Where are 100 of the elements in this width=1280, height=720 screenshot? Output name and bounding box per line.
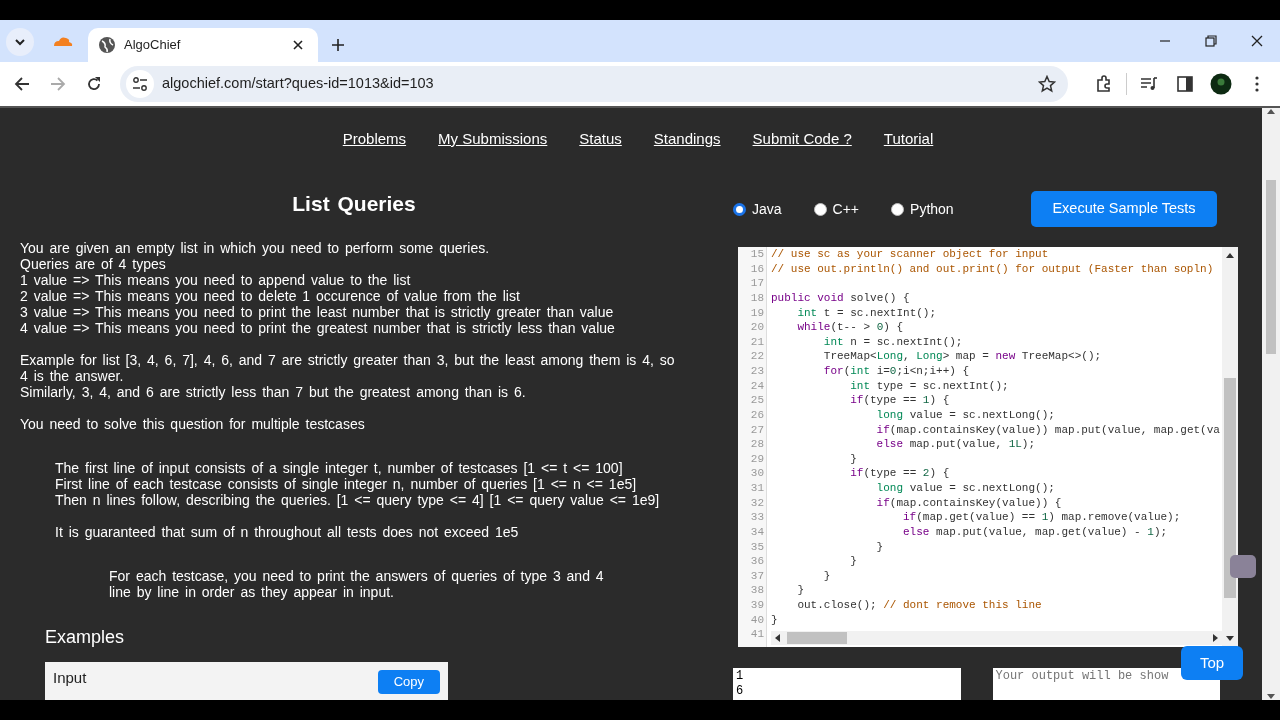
language-option[interactable]: Java — [733, 198, 782, 220]
right-arrow-icon[interactable] — [1213, 634, 1218, 642]
code-line: TreeMap<Long, Long> map = new TreeMap<>(); — [822, 349, 1102, 364]
code-line: int n = sc.nextInt(); — [822, 334, 963, 350]
address-bar[interactable]: algochief.com/start?ques-id=1013&id=103 — [120, 66, 1068, 102]
side-panel-icon — [1177, 76, 1193, 92]
code-editor[interactable] — [738, 247, 1238, 647]
down-arrow-icon[interactable] — [1267, 694, 1275, 700]
nav-link[interactable]: Submit Code ? — [752, 127, 852, 151]
browser-tab[interactable]: AlgoChief — [88, 28, 318, 62]
examples-heading: Examples — [45, 626, 126, 648]
problem-title: List Queries — [291, 192, 417, 216]
down-arrow-icon[interactable] — [1226, 636, 1234, 641]
problem-text: The first line of input consists of a single integer t, number of testcases [1 <= t <= 100] — [55, 460, 624, 476]
execute-button[interactable]: Execute Sample Tests — [1031, 191, 1217, 227]
code-line: long value = sc.nextLong(); — [875, 481, 1055, 496]
left-arrow-icon[interactable] — [775, 634, 780, 642]
line-number: 28 — [749, 437, 764, 452]
problem-text: You need to solve this question for multiple testcases — [20, 416, 366, 432]
nav-link[interactable]: Problems — [342, 127, 407, 151]
line-number: 25 — [749, 393, 764, 408]
copy-button[interactable]: Copy — [377, 670, 440, 694]
problem-text: Then n lines follow, describing the queries. [1 <= query type <= 4] [1 <= query value <= 1e9] — [55, 492, 661, 508]
line-number: 37 — [749, 568, 764, 584]
line-number: 22 — [749, 349, 764, 364]
language-label: C++ — [832, 199, 860, 219]
nav-link[interactable]: My Submissions — [438, 127, 548, 151]
problem-text: First line of each testcase consists of single integer n, number of queries [1 <= n <= 1e5] — [55, 476, 638, 492]
line-number: 18 — [749, 290, 764, 306]
language-option[interactable]: C++ — [813, 198, 860, 220]
code-line: int t = sc.nextInt(); — [796, 305, 937, 321]
up-arrow-icon[interactable] — [1226, 253, 1234, 258]
line-number: 17 — [749, 276, 764, 291]
line-number: 36 — [749, 554, 764, 569]
back-arrow-icon — [14, 76, 30, 92]
close-icon — [293, 40, 303, 50]
star-icon — [1038, 75, 1056, 94]
input-field[interactable]: 1 6 — [733, 668, 961, 700]
line-number: 30 — [749, 466, 764, 481]
input-label: Input — [53, 670, 87, 686]
language-label: Python — [910, 199, 954, 219]
line-number: 16 — [749, 261, 764, 277]
problem-text: You are given an empty list in which you need to perform some queries. — [20, 240, 491, 256]
globe-icon — [98, 36, 116, 54]
code-line: int type = sc.nextInt(); — [849, 378, 1009, 394]
top-button[interactable]: Top — [1181, 646, 1243, 680]
line-number: 27 — [749, 422, 764, 438]
language-option[interactable]: Python — [891, 198, 954, 220]
line-number: 19 — [749, 305, 764, 321]
problem-text: 1 value => This means you need to append value to the list — [20, 272, 412, 288]
code-line: if(map.containsKey(value)) map.put(value, map.get(va — [875, 422, 1220, 438]
code-line: } — [849, 451, 857, 467]
editor-scrollbar[interactable] — [1222, 247, 1238, 647]
horizontal-scrollbar[interactable] — [771, 631, 1222, 645]
line-number: 33 — [749, 510, 764, 525]
code-line: } — [822, 568, 831, 584]
nav-link[interactable]: Status — [579, 127, 622, 151]
restore-icon — [1205, 35, 1217, 47]
code-line: } — [849, 554, 857, 569]
problem-text: Queries are of 4 types — [20, 256, 167, 272]
scrollbar-thumb[interactable] — [1266, 180, 1276, 354]
problem-text: For each testcase, you need to print the answers of queries of type 3 and 4 — [109, 568, 605, 584]
radio-button[interactable] — [733, 202, 746, 216]
nav-link[interactable]: Tutorial — [883, 127, 934, 151]
nav-link[interactable]: Standings — [653, 127, 721, 151]
code-line: for(int i=0;i<n;i++) { — [822, 364, 970, 379]
page-scrollbar[interactable] — [1262, 108, 1280, 700]
code-line: if(type == 2) { — [849, 466, 950, 481]
tab-list-button[interactable] — [6, 28, 34, 56]
code-line: else map.put(value, map.get(value) - 1); — [902, 524, 1168, 540]
code-line: while(t-- > 0) { — [796, 320, 904, 335]
line-number: 31 — [749, 481, 764, 496]
line-number: 38 — [749, 583, 764, 598]
tab-title: AlgoChief — [124, 36, 181, 55]
problem-text: 4 value => This means you need to print the greatest number that is strictly less than value — [20, 320, 616, 336]
avatar-icon — [1210, 73, 1232, 95]
radio-button[interactable] — [813, 202, 827, 216]
scrollbar-thumb[interactable] — [1224, 378, 1236, 598]
problem-text: It is guaranteed that sum of n throughout all tests does not exceed 1e5 — [55, 524, 520, 540]
code-line: // use out.println() and out.print() for output (Faster than sopln) — [770, 261, 1214, 277]
code-line: out.close(); // dont remove this line — [796, 598, 1042, 613]
code-line: else map.put(value, 1L); — [875, 437, 1036, 452]
code-line: if(type == 1) { — [849, 393, 950, 408]
line-number: 26 — [749, 407, 764, 423]
line-number: 34 — [749, 524, 764, 540]
puzzle-icon — [1095, 75, 1113, 93]
language-label: Java — [752, 199, 782, 219]
chevron-down-icon — [14, 36, 26, 48]
problem-text: 2 value => This means you need to delete 1 occurence of value from the list — [20, 288, 521, 304]
line-number: 35 — [749, 539, 764, 555]
code-line: } — [796, 583, 804, 598]
up-arrow-icon[interactable] — [1267, 108, 1275, 114]
scrollbar-thumb[interactable] — [787, 632, 847, 644]
radio-button[interactable] — [891, 202, 905, 216]
line-number: 39 — [749, 598, 764, 613]
cloud-icon — [53, 36, 73, 46]
menu-icon — [1255, 76, 1259, 92]
media-queue-icon — [1140, 76, 1158, 92]
line-number: 29 — [749, 451, 764, 467]
code-line: if(map.get(value) == 1) map.remove(value); — [902, 510, 1181, 525]
